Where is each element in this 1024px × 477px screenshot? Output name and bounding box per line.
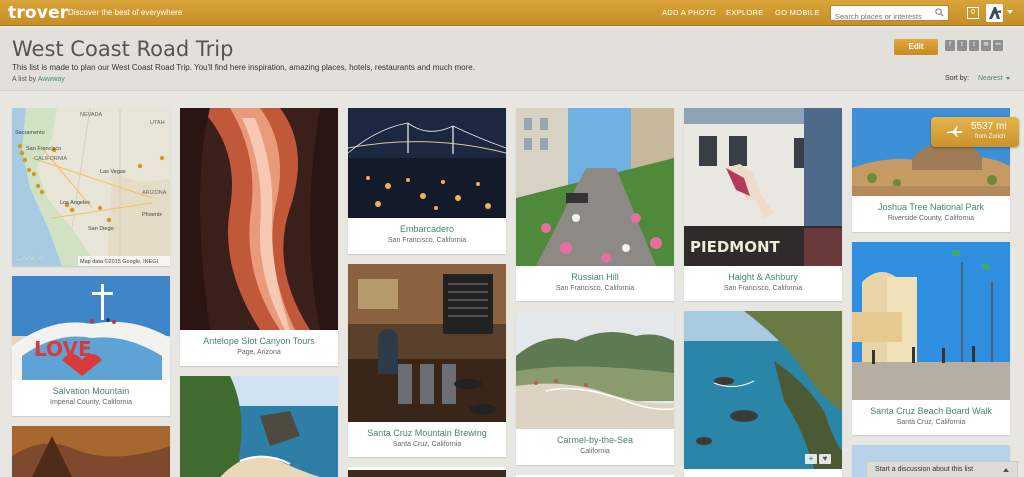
card-location: San Francisco, California xyxy=(723,285,803,292)
distance-badge: 5537 mi from Zurich xyxy=(931,117,1019,147)
avatar-icon xyxy=(986,4,1003,22)
avatar[interactable] xyxy=(986,4,1003,22)
chevron-down-icon[interactable] xyxy=(1007,10,1013,14)
map-label-california: CALIFORNIA xyxy=(34,156,67,162)
partial-image[interactable] xyxy=(348,470,506,477)
sort-chevron-icon[interactable] xyxy=(1006,77,1010,80)
coastline-image[interactable] xyxy=(684,311,842,469)
card-title[interactable]: Antelope Slot Canyon Tours xyxy=(180,336,338,346)
map-image[interactable]: NEVADA Sacramento San Francisco CALIFORN… xyxy=(12,108,170,266)
search-icon[interactable] xyxy=(935,8,944,17)
map-label-los-angeles: Los Angeles xyxy=(60,200,90,206)
place-card-haight-ashbury[interactable]: PIEDMONT Haight & Ashbury San Francisco,… xyxy=(684,108,842,301)
haight-ashbury-image[interactable]: PIEDMONT xyxy=(684,108,842,266)
trover-logo[interactable]: trover xyxy=(8,3,68,23)
brewery-image[interactable] xyxy=(348,264,506,422)
sort-select[interactable]: Nearest xyxy=(978,75,1003,82)
svg-text:PIEDMONT: PIEDMONT xyxy=(690,238,781,256)
map-label-nevada: NEVADA xyxy=(80,112,103,118)
card-title[interactable]: Salvation Mountain xyxy=(12,386,170,396)
antelope-canyon-image[interactable] xyxy=(180,108,338,330)
place-card-partial-3[interactable] xyxy=(348,467,506,477)
place-card-antelope-canyon[interactable]: Antelope Slot Canyon Tours Page, Arizona xyxy=(180,108,338,366)
card-title[interactable]: Embarcadero xyxy=(348,224,506,234)
map-label-utah: UTAH xyxy=(150,120,165,126)
map-attribution: Map data ©2015 Google, INEGI xyxy=(80,258,159,265)
list-header: West Coast Road Trip This list is made t… xyxy=(0,27,1024,91)
card-location: Page, Arizona xyxy=(237,349,281,356)
place-card-salvation-mountain[interactable]: LOVE Salvation Mountain Imperial County,… xyxy=(12,276,170,416)
author-link[interactable]: Awwway xyxy=(38,76,65,83)
tagline: Discover the best of everywhere xyxy=(68,8,183,17)
twitter-share-icon[interactable]: t xyxy=(957,40,967,51)
tumblr-share-icon[interactable]: t xyxy=(969,40,979,51)
card-location: San Francisco, California xyxy=(387,237,467,244)
map-label-san-francisco: San Francisco xyxy=(26,146,61,152)
card-location: Santa Cruz, California xyxy=(392,441,462,448)
place-card-embarcadero[interactable]: Embarcadero San Francisco, California xyxy=(348,108,506,254)
place-card-russian-hill[interactable]: Russian Hill San Francisco, California xyxy=(516,108,674,301)
map-label-arizona: ARIZONA xyxy=(142,190,167,196)
add-icon[interactable]: + xyxy=(805,454,817,464)
card-title[interactable]: Haight & Ashbury xyxy=(684,272,842,282)
map-label-san-diego: San Diego xyxy=(88,226,114,232)
svg-text:LOVE: LOVE xyxy=(34,337,92,361)
email-share-icon[interactable]: ✉ xyxy=(981,40,991,51)
heart-icon[interactable]: ♥ xyxy=(819,454,831,464)
byline: A list by Awwway xyxy=(12,76,65,83)
map-label-sacramento: Sacramento xyxy=(15,130,45,136)
carmel-image[interactable] xyxy=(516,311,674,429)
card-title[interactable]: Joshua Tree National Park xyxy=(852,202,1010,212)
byline-prefix: A list by xyxy=(12,76,37,83)
russian-hill-image[interactable] xyxy=(516,108,674,266)
chevron-up-icon[interactable] xyxy=(1003,468,1009,472)
place-card-beach[interactable] xyxy=(180,376,338,477)
card-location: Santa Cruz, California xyxy=(896,419,966,426)
discussion-tab[interactable]: Start a discussion about this list xyxy=(866,461,1018,477)
link-share-icon[interactable]: ⚯ xyxy=(993,40,1003,51)
place-card-partial[interactable] xyxy=(12,426,170,477)
card-location: San Francisco, California xyxy=(555,285,635,292)
airplane-icon xyxy=(947,126,963,137)
top-bar: trover Discover the best of everywhere A… xyxy=(0,0,1024,26)
salvation-mountain-image[interactable]: LOVE xyxy=(12,276,170,380)
edit-button[interactable]: Edit xyxy=(894,39,938,55)
sort-label: Sort by: xyxy=(945,75,970,82)
boardwalk-image[interactable] xyxy=(852,242,1010,400)
place-card-carmel[interactable]: Carmel-by-the-Sea California xyxy=(516,311,674,465)
place-card-big-sur[interactable]: + ♥ xyxy=(684,311,842,477)
nav-go-mobile[interactable]: GO MOBILE xyxy=(775,8,820,17)
search-box xyxy=(830,5,949,24)
map-label-phoenix: Phoenix xyxy=(142,212,162,218)
list-description: This list is made to plan our West Coast… xyxy=(12,63,475,72)
discussion-label: Start a discussion about this list xyxy=(875,466,974,473)
page-title: West Coast Road Trip xyxy=(12,37,234,61)
google-logo: Google xyxy=(15,253,44,263)
card-location: California xyxy=(580,448,610,455)
distance-value: 5537 mi xyxy=(971,121,1007,132)
distance-origin: from Zurich xyxy=(975,134,1006,140)
facebook-share-icon[interactable]: f xyxy=(945,40,955,51)
nav-explore[interactable]: EXPLORE xyxy=(726,8,764,17)
card-title[interactable]: Santa Cruz Mountain Brewing xyxy=(348,428,506,438)
map-label-las-vegas: Las Vegas xyxy=(100,169,126,175)
nav-add-photo[interactable]: ADD A PHOTO xyxy=(662,8,716,17)
place-card-boardwalk[interactable]: Santa Cruz Beach Board Walk Santa Cruz, … xyxy=(852,242,1010,435)
tree-image[interactable] xyxy=(12,426,170,477)
card-title[interactable]: Russian Hill xyxy=(516,272,674,282)
card-title[interactable]: Carmel-by-the-Sea xyxy=(516,435,674,445)
map-card[interactable]: NEVADA Sacramento San Francisco CALIFORN… xyxy=(12,108,170,266)
notification-badge[interactable]: 0 xyxy=(967,7,979,19)
waterfall-beach-image[interactable] xyxy=(180,376,338,477)
embarcadero-image[interactable] xyxy=(348,108,506,218)
search-input[interactable] xyxy=(831,9,931,24)
place-card-brewing[interactable]: Santa Cruz Mountain Brewing Santa Cruz, … xyxy=(348,264,506,457)
card-location: Imperial County, California xyxy=(50,399,132,406)
card-location: Riverside County, California xyxy=(887,215,975,222)
card-title[interactable]: Santa Cruz Beach Board Walk xyxy=(852,406,1010,416)
